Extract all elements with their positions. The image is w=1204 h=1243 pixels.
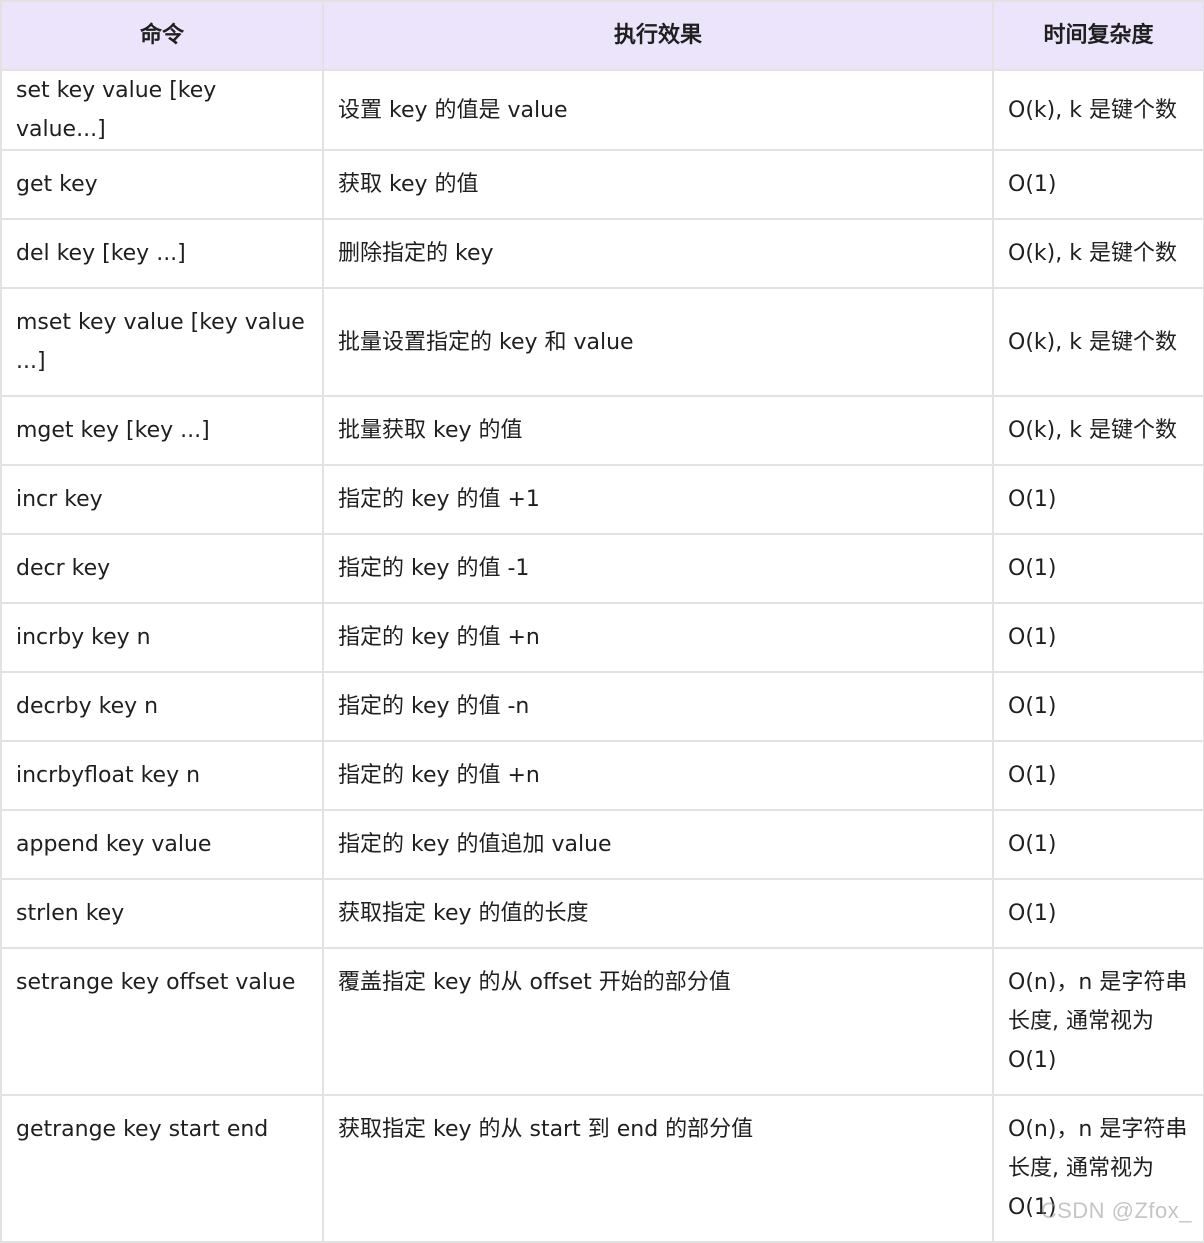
complexity-cell: O(k), k 是键个数 (992, 287, 1204, 397)
command-cell: getrange key start end (0, 1094, 324, 1243)
command-cell: decr key (0, 533, 324, 604)
redis-string-commands-table: 命令 执行效果 时间复杂度 set key value [key value..… (0, 0, 1204, 1243)
effect-cell: 批量获取 key 的值 (322, 395, 994, 466)
command-cell: get key (0, 149, 324, 220)
complexity-cell: O(1) (992, 671, 1204, 742)
header-command: 命令 (0, 0, 324, 71)
effect-cell: 指定的 key 的值追加 value (322, 809, 994, 880)
complexity-cell: O(1) (992, 602, 1204, 673)
table-row: getrange key start end 获取指定 key 的从 start… (0, 1094, 1204, 1243)
table-row: incrbyfloat key n 指定的 key 的值 +n O(1) (0, 740, 1204, 811)
command-cell: append key value (0, 809, 324, 880)
command-cell: decrby key n (0, 671, 324, 742)
table-row: get key 获取 key 的值 O(1) (0, 149, 1204, 220)
complexity-cell: O(1) (992, 809, 1204, 880)
table-row: setrange key offset value 覆盖指定 key 的从 of… (0, 947, 1204, 1096)
effect-cell: 获取指定 key 的值的长度 (322, 878, 994, 949)
complexity-cell: O(1) (992, 533, 1204, 604)
complexity-cell: O(1) (992, 878, 1204, 949)
table-row: strlen key 获取指定 key 的值的长度 O(1) (0, 878, 1204, 949)
complexity-cell: O(1) (992, 740, 1204, 811)
effect-cell: 指定的 key 的值 -n (322, 671, 994, 742)
effect-cell: 覆盖指定 key 的从 offset 开始的部分值 (322, 947, 994, 1096)
watermark: CSDN @Zfox_ (1040, 1198, 1192, 1223)
table-row: set key value [key value...] 设置 key 的值是 … (0, 69, 1204, 151)
table-row: decr key 指定的 key 的值 -1 O(1) (0, 533, 1204, 604)
effect-cell: 指定的 key 的值 +n (322, 740, 994, 811)
complexity-cell: O(1) (992, 464, 1204, 535)
effect-cell: 删除指定的 key (322, 218, 994, 289)
complexity-cell: O(n)，n 是字符串长度, 通常视为 O(1) (992, 947, 1204, 1096)
command-cell: incrby key n (0, 602, 324, 673)
effect-cell: 获取 key 的值 (322, 149, 994, 220)
table-row: mset key value [key value ...] 批量设置指定的 k… (0, 287, 1204, 397)
effect-cell: 指定的 key 的值 +n (322, 602, 994, 673)
table-row: incrby key n 指定的 key 的值 +n O(1) (0, 602, 1204, 673)
effect-cell: 批量设置指定的 key 和 value (322, 287, 994, 397)
command-cell: setrange key offset value (0, 947, 324, 1096)
command-cell: mset key value [key value ...] (0, 287, 324, 397)
header-effect: 执行效果 (322, 0, 994, 71)
table-row: decrby key n 指定的 key 的值 -n O(1) (0, 671, 1204, 742)
effect-cell: 获取指定 key 的从 start 到 end 的部分值 (322, 1094, 994, 1243)
complexity-cell: O(k), k 是键个数 (992, 395, 1204, 466)
effect-cell: 指定的 key 的值 +1 (322, 464, 994, 535)
table-row: append key value 指定的 key 的值追加 value O(1) (0, 809, 1204, 880)
effect-cell: 设置 key 的值是 value (322, 69, 994, 151)
command-cell: del key [key ...] (0, 218, 324, 289)
command-cell: incr key (0, 464, 324, 535)
table-row: mget key [key ...] 批量获取 key 的值 O(k), k 是… (0, 395, 1204, 466)
complexity-cell: O(k), k 是键个数 (992, 69, 1204, 151)
command-cell: set key value [key value...] (0, 69, 324, 151)
command-cell: strlen key (0, 878, 324, 949)
header-complexity: 时间复杂度 (992, 0, 1204, 71)
complexity-cell: O(1) (992, 149, 1204, 220)
command-cell: incrbyfloat key n (0, 740, 324, 811)
complexity-cell: O(k), k 是键个数 (992, 218, 1204, 289)
header-row: 命令 执行效果 时间复杂度 (0, 0, 1204, 71)
effect-cell: 指定的 key 的值 -1 (322, 533, 994, 604)
table-row: incr key 指定的 key 的值 +1 O(1) (0, 464, 1204, 535)
command-cell: mget key [key ...] (0, 395, 324, 466)
table-row: del key [key ...] 删除指定的 key O(k), k 是键个数 (0, 218, 1204, 289)
